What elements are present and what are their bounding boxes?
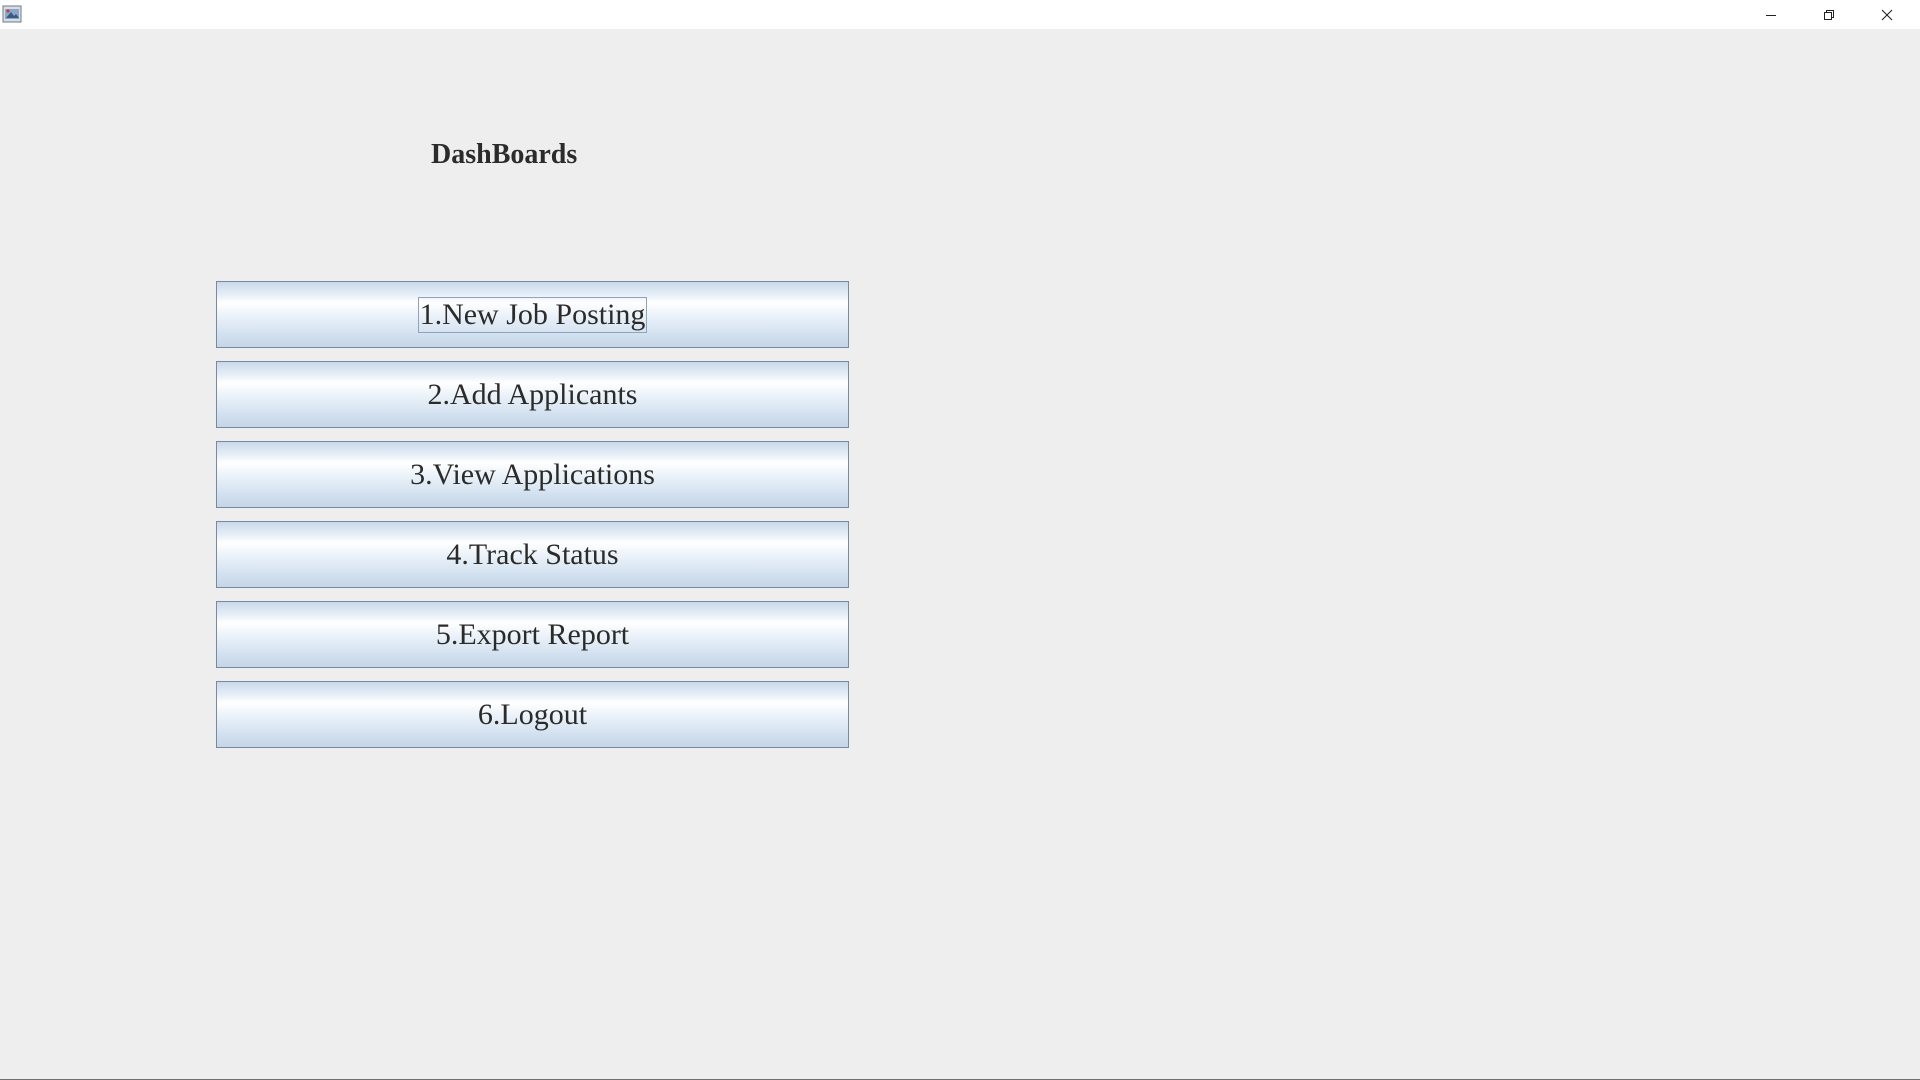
restore-button[interactable]: [1800, 0, 1858, 29]
button-label: 1.New Job Posting: [417, 296, 648, 333]
track-status-button[interactable]: 4.Track Status: [216, 521, 849, 588]
view-applications-button[interactable]: 3.View Applications: [216, 441, 849, 508]
button-label: 6.Logout: [477, 697, 588, 731]
app-window: DashBoards 1.New Job Posting 2.Add Appli…: [0, 0, 1920, 1080]
close-button[interactable]: [1858, 0, 1916, 29]
button-label: 2.Add Applicants: [427, 377, 638, 411]
close-icon: [1881, 9, 1893, 20]
restore-icon: [1824, 9, 1834, 20]
title-bar[interactable]: [0, 0, 1920, 29]
button-label: 3.View Applications: [410, 457, 655, 491]
java-app-icon: [2, 5, 22, 23]
button-label: 5.Export Report: [435, 617, 630, 651]
button-label: 4.Track Status: [446, 537, 619, 571]
new-job-posting-button[interactable]: 1.New Job Posting: [216, 281, 849, 348]
logout-button[interactable]: 6.Logout: [216, 681, 849, 748]
minimize-icon: [1766, 14, 1776, 16]
dashboard-heading: DashBoards: [431, 139, 578, 170]
export-report-button[interactable]: 5.Export Report: [216, 601, 849, 668]
minimize-button[interactable]: [1742, 0, 1800, 29]
add-applicants-button[interactable]: 2.Add Applicants: [216, 361, 849, 428]
